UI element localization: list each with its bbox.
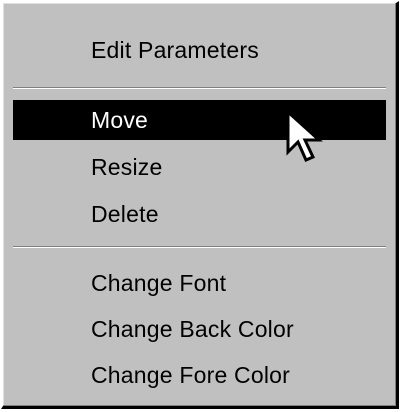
menu-item-change-font[interactable]: Change Font [13, 263, 386, 303]
menu-item-change-fore-color[interactable]: Change Fore Color [13, 355, 386, 395]
context-menu: Edit Parameters Move Resize Delete Chang… [1, 1, 399, 409]
menu-separator [13, 246, 386, 248]
menu-item-edit-parameters[interactable]: Edit Parameters [13, 30, 386, 70]
menu-item-change-back-color[interactable]: Change Back Color [13, 309, 386, 349]
menu-item-resize[interactable]: Resize [13, 147, 386, 187]
menu-separator [13, 87, 386, 89]
menu-item-delete[interactable]: Delete [13, 194, 386, 234]
menu-item-move[interactable]: Move [13, 100, 386, 140]
